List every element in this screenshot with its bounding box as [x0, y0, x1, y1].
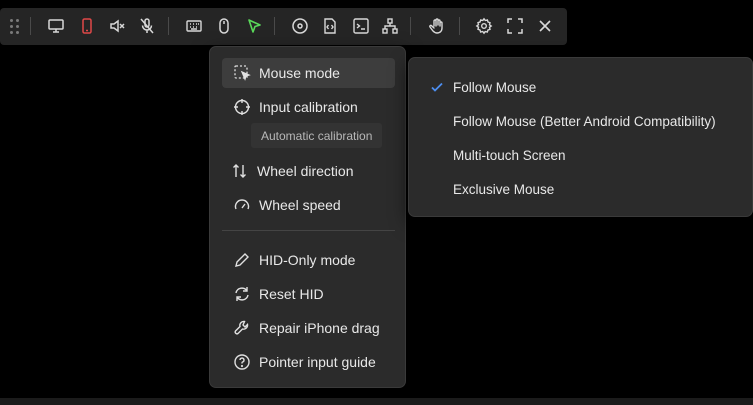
toolbar-divider: [30, 17, 31, 35]
pencil-icon: [232, 250, 252, 270]
toolbar-divider: [168, 17, 169, 35]
menu-item-reset-hid[interactable]: Reset HID: [222, 279, 395, 309]
wheel-direction-icon: [230, 161, 250, 181]
phone-icon[interactable]: [73, 12, 101, 40]
speaker-mute-icon[interactable]: [103, 12, 131, 40]
menu-item-input-calibration[interactable]: Input calibration: [222, 92, 395, 122]
terminal-icon[interactable]: [347, 12, 375, 40]
submenu-item-multi-touch-screen[interactable]: Multi-touch Screen: [415, 140, 750, 170]
menu-item-hid-only-mode[interactable]: HID-Only mode: [222, 245, 395, 275]
refresh-icon: [232, 284, 252, 304]
check-placeholder: [429, 113, 445, 129]
menu-item-label: Repair iPhone drag: [259, 320, 380, 336]
submenu-item-follow-mouse[interactable]: Follow Mouse: [415, 72, 750, 102]
menu-item-label: Pointer input guide: [259, 354, 376, 370]
gear-icon[interactable]: [470, 12, 498, 40]
help-icon: [232, 352, 252, 372]
check-placeholder: [429, 181, 445, 197]
crosshair-icon: [232, 97, 252, 117]
submenu-item-exclusive-mouse[interactable]: Exclusive Mouse: [415, 174, 750, 204]
toolbar-divider: [274, 17, 275, 35]
speedometer-icon: [232, 195, 252, 215]
submenu-item-label: Multi-touch Screen: [453, 147, 566, 163]
menu-item-wheel-speed[interactable]: Wheel speed: [222, 190, 395, 220]
cursor-pointer-icon[interactable]: [240, 12, 268, 40]
microphone-off-icon[interactable]: [133, 12, 161, 40]
monitor-icon[interactable]: [42, 12, 70, 40]
mouse-icon[interactable]: [210, 12, 238, 40]
bottom-edge-bar: [0, 398, 753, 405]
fullscreen-icon[interactable]: [501, 12, 529, 40]
keyboard-icon[interactable]: [180, 12, 208, 40]
check-placeholder: [429, 147, 445, 163]
menu-item-mouse-mode[interactable]: Mouse mode: [222, 58, 395, 88]
menu-item-pointer-input-guide[interactable]: Pointer input guide: [222, 347, 395, 377]
hand-icon[interactable]: [423, 12, 451, 40]
submenu-item-label: Exclusive Mouse: [453, 181, 555, 197]
tooltip-automatic-calibration: Automatic calibration: [251, 123, 383, 148]
submenu-item-label: Follow Mouse: [453, 79, 537, 95]
menu-item-label: Reset HID: [259, 286, 324, 302]
menu-item-label: Input calibration: [259, 99, 358, 115]
code-file-icon[interactable]: [316, 12, 344, 40]
submenu-item-follow-mouse-android[interactable]: Follow Mouse (Better Android Compatibili…: [415, 106, 750, 136]
menu-item-wheel-direction[interactable]: Wheel direction: [222, 156, 395, 186]
mouse-settings-menu: Mouse mode Input calibration Automatic c…: [209, 46, 406, 388]
mouse-mode-submenu: Follow Mouse Follow Mouse (Better Androi…: [408, 57, 753, 217]
submenu-item-label: Follow Mouse (Better Android Compatibili…: [453, 113, 716, 129]
network-icon[interactable]: [376, 12, 404, 40]
menu-divider: [222, 230, 395, 231]
mouse-mode-icon: [232, 63, 252, 83]
wrench-icon: [232, 318, 252, 338]
toolbar: [0, 8, 567, 45]
close-icon[interactable]: [531, 12, 559, 40]
checkmark-icon: [429, 79, 445, 95]
drag-handle-icon[interactable]: [8, 17, 22, 35]
disc-icon[interactable]: [286, 12, 314, 40]
app-stage: Mouse mode Input calibration Automatic c…: [0, 0, 753, 405]
menu-item-label: Mouse mode: [259, 65, 340, 81]
menu-item-label: HID-Only mode: [259, 252, 356, 268]
menu-item-repair-iphone-drag[interactable]: Repair iPhone drag: [222, 313, 395, 343]
toolbar-divider: [410, 17, 411, 35]
menu-item-label: Wheel direction: [257, 163, 354, 179]
toolbar-divider: [459, 17, 460, 35]
menu-item-label: Wheel speed: [259, 197, 341, 213]
